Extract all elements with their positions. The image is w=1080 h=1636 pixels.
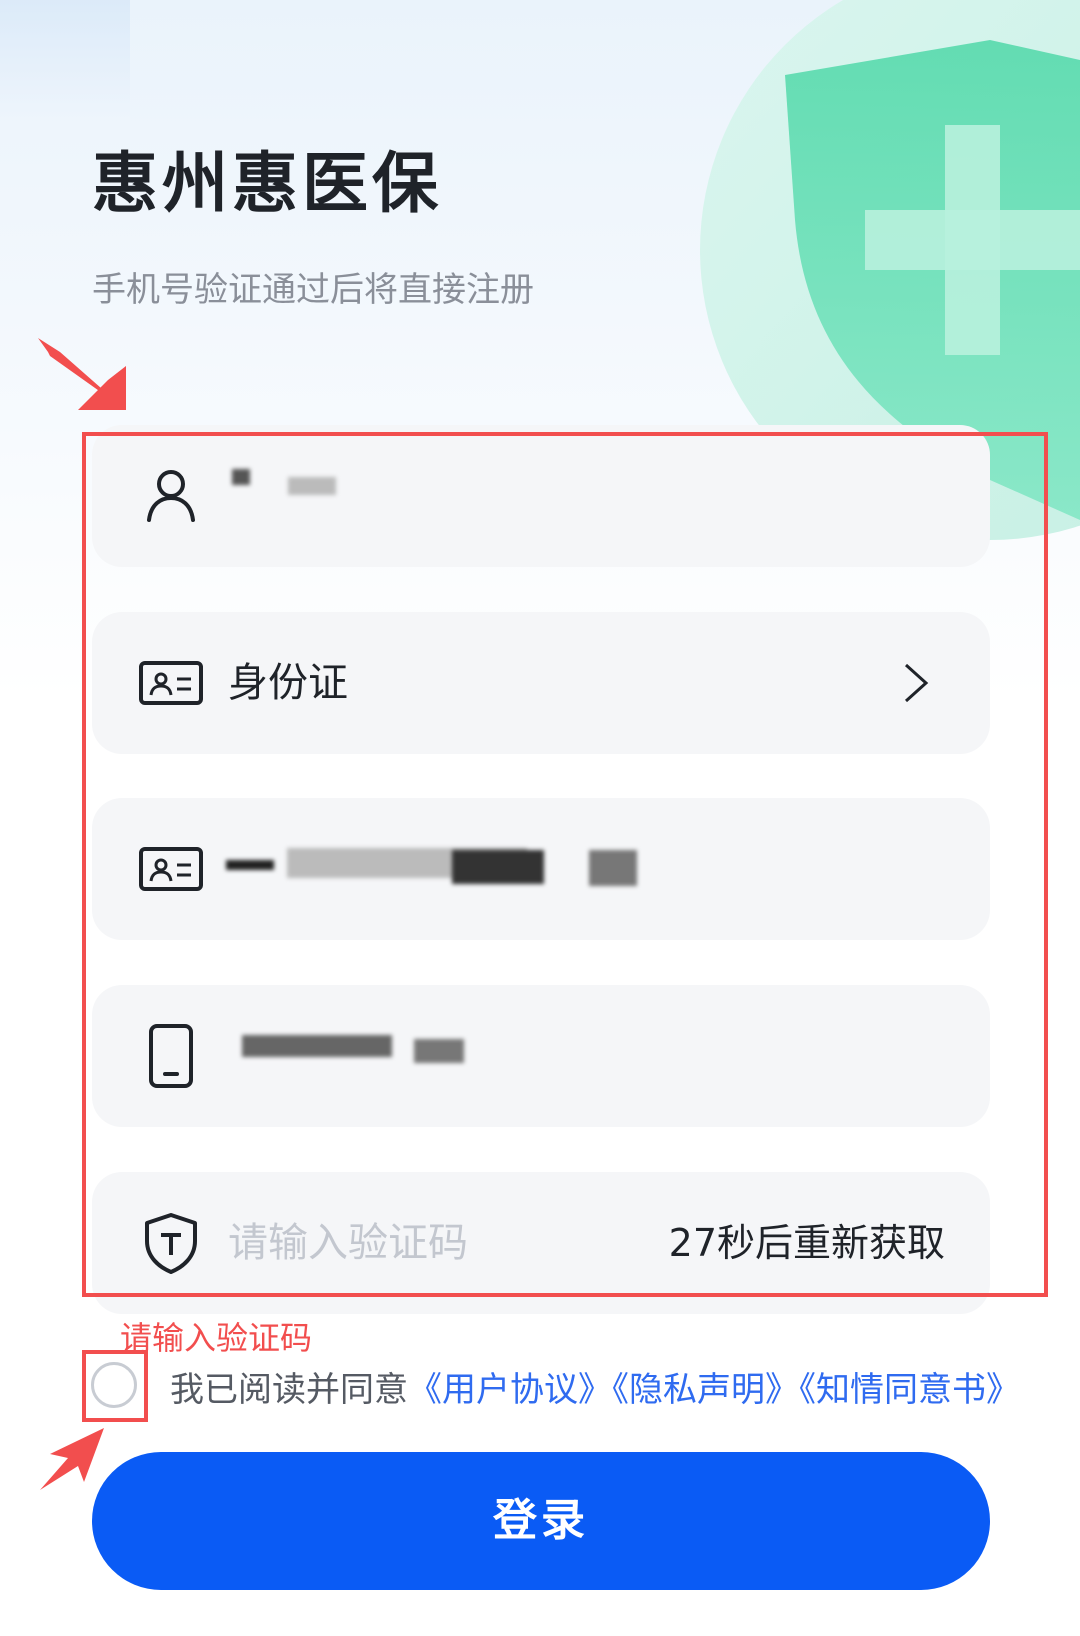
informed-consent-link[interactable]: 《知情同意书》 (799, 1370, 1020, 1410)
page-subtitle: 手机号验证通过后将直接注册 (92, 270, 534, 310)
agree-checkbox[interactable] (91, 1362, 137, 1408)
privacy-statement-link[interactable]: 《隐私声明》 (612, 1370, 799, 1410)
login-button[interactable]: 登录 (92, 1452, 990, 1590)
highlight-box (82, 432, 1048, 1297)
agreement-text: 我已阅读并同意《用户协议》《隐私声明》《知情同意书》 (170, 1362, 1020, 1411)
agreement-row: 我已阅读并同意《用户协议》《隐私声明》《知情同意书》 (82, 1350, 1062, 1424)
page-title: 惠州惠医保 (92, 145, 442, 222)
arrow-annotation-icon (40, 1428, 104, 1490)
arrow-annotation-icon (38, 338, 126, 410)
agreement-prefix: 我已阅读并同意 (170, 1370, 408, 1410)
user-agreement-link[interactable]: 《用户协议》 (408, 1370, 612, 1410)
decor-block (0, 0, 130, 120)
